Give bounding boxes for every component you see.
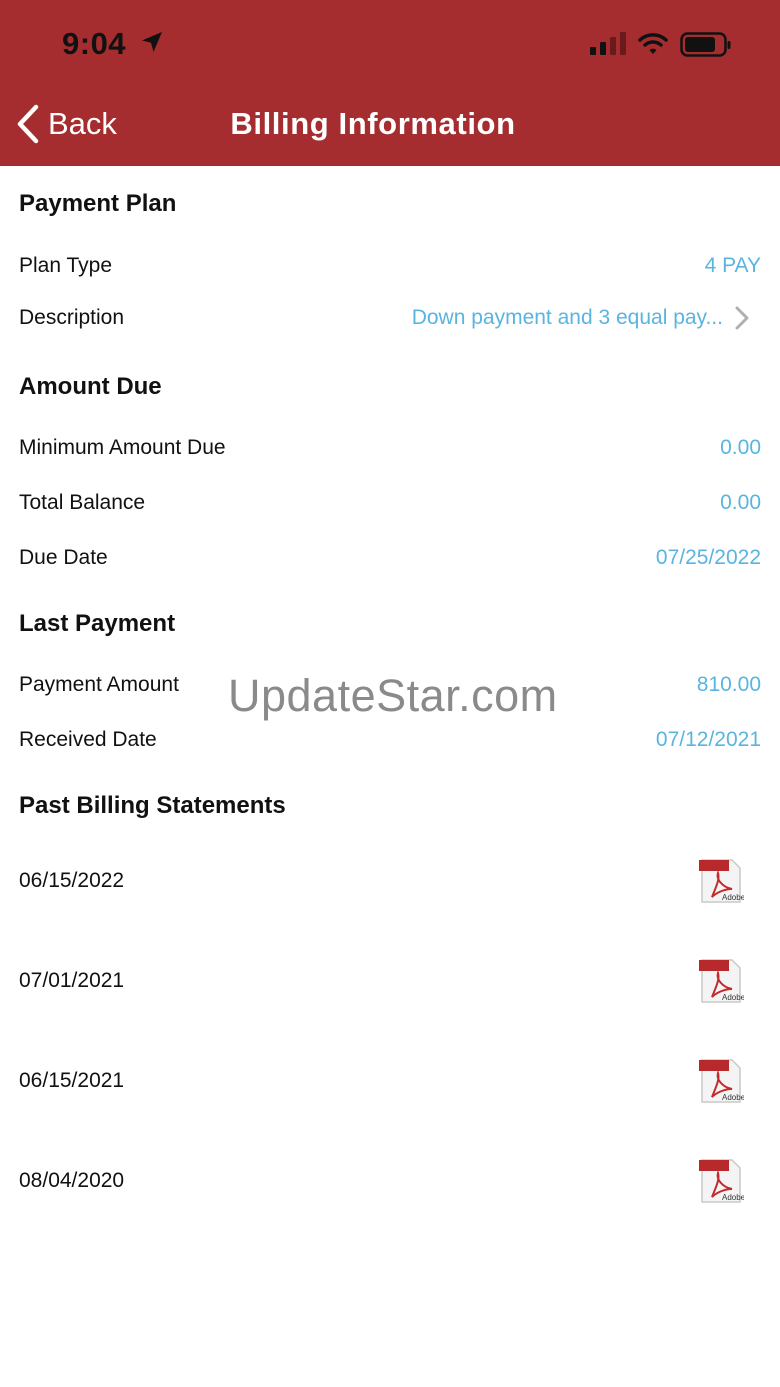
statement-row[interactable]: 07/01/2021 Adobe xyxy=(19,957,744,1005)
page-title: Billing Information xyxy=(230,106,516,141)
description-row[interactable]: Description Down payment and 3 equal pay… xyxy=(19,306,749,330)
row-value: Down payment and 3 equal pay... xyxy=(411,306,723,329)
section-heading-payment-plan: Payment Plan xyxy=(19,190,177,217)
chevron-right-icon xyxy=(735,306,749,330)
row-label: Received Date xyxy=(19,728,157,751)
row-value: 4 PAY xyxy=(704,254,761,277)
statement-row[interactable]: 06/15/2022 Adobe xyxy=(19,857,744,905)
statement-date: 08/04/2020 xyxy=(19,1169,125,1192)
row-value: 07/12/2021 xyxy=(655,728,761,751)
location-arrow-icon xyxy=(142,32,162,52)
row-value: 07/25/2022 xyxy=(655,546,761,569)
row-label: Plan Type xyxy=(19,254,113,277)
section-heading-past-statements: Past Billing Statements xyxy=(19,792,286,819)
cellular-signal-icon xyxy=(590,32,626,55)
pdf-icon[interactable]: Adobe xyxy=(698,1057,744,1105)
section-heading-last-payment: Last Payment xyxy=(19,610,176,637)
svg-text:Adobe: Adobe xyxy=(722,1193,744,1202)
row-label: Total Balance xyxy=(19,491,146,514)
nav-header: 9:04 Back Billing Information xyxy=(0,0,780,166)
svg-text:Adobe: Adobe xyxy=(722,1093,744,1102)
row-value: 0.00 xyxy=(720,491,761,514)
received-date-row: Received Date 07/12/2021 xyxy=(19,728,761,752)
row-label: Due Date xyxy=(19,546,108,569)
total-balance-row: Total Balance 0.00 xyxy=(19,491,761,515)
statement-date: 06/15/2021 xyxy=(19,1069,125,1092)
statement-row[interactable]: 06/15/2021 Adobe xyxy=(19,1057,744,1105)
status-time: 9:04 xyxy=(62,26,127,61)
min-amount-due-row: Minimum Amount Due 0.00 xyxy=(19,436,761,460)
svg-text:Adobe: Adobe xyxy=(722,993,744,1002)
plan-type-row: Plan Type 4 PAY xyxy=(19,254,761,278)
statement-row[interactable]: 08/04/2020 Adobe xyxy=(19,1157,744,1205)
row-label: Minimum Amount Due xyxy=(19,436,226,459)
wifi-icon xyxy=(638,33,668,54)
row-label: Payment Amount xyxy=(19,673,179,696)
row-value: 0.00 xyxy=(720,436,761,459)
pdf-icon[interactable]: Adobe xyxy=(698,1157,744,1205)
description-value-wrap[interactable]: Down payment and 3 equal pay... xyxy=(412,306,749,330)
row-value: 810.00 xyxy=(696,673,761,696)
section-heading-amount-due: Amount Due xyxy=(19,373,162,400)
statement-date: 06/15/2022 xyxy=(19,869,125,892)
battery-icon xyxy=(680,32,731,57)
watermark: UpdateStar.com xyxy=(228,670,558,721)
pdf-icon[interactable]: Adobe xyxy=(698,857,744,905)
due-date-row: Due Date 07/25/2022 xyxy=(19,546,761,570)
pdf-icon[interactable]: Adobe xyxy=(698,957,744,1005)
svg-text:Adobe: Adobe xyxy=(722,893,744,902)
row-label: Description xyxy=(19,306,125,329)
statement-date: 07/01/2021 xyxy=(19,969,125,992)
